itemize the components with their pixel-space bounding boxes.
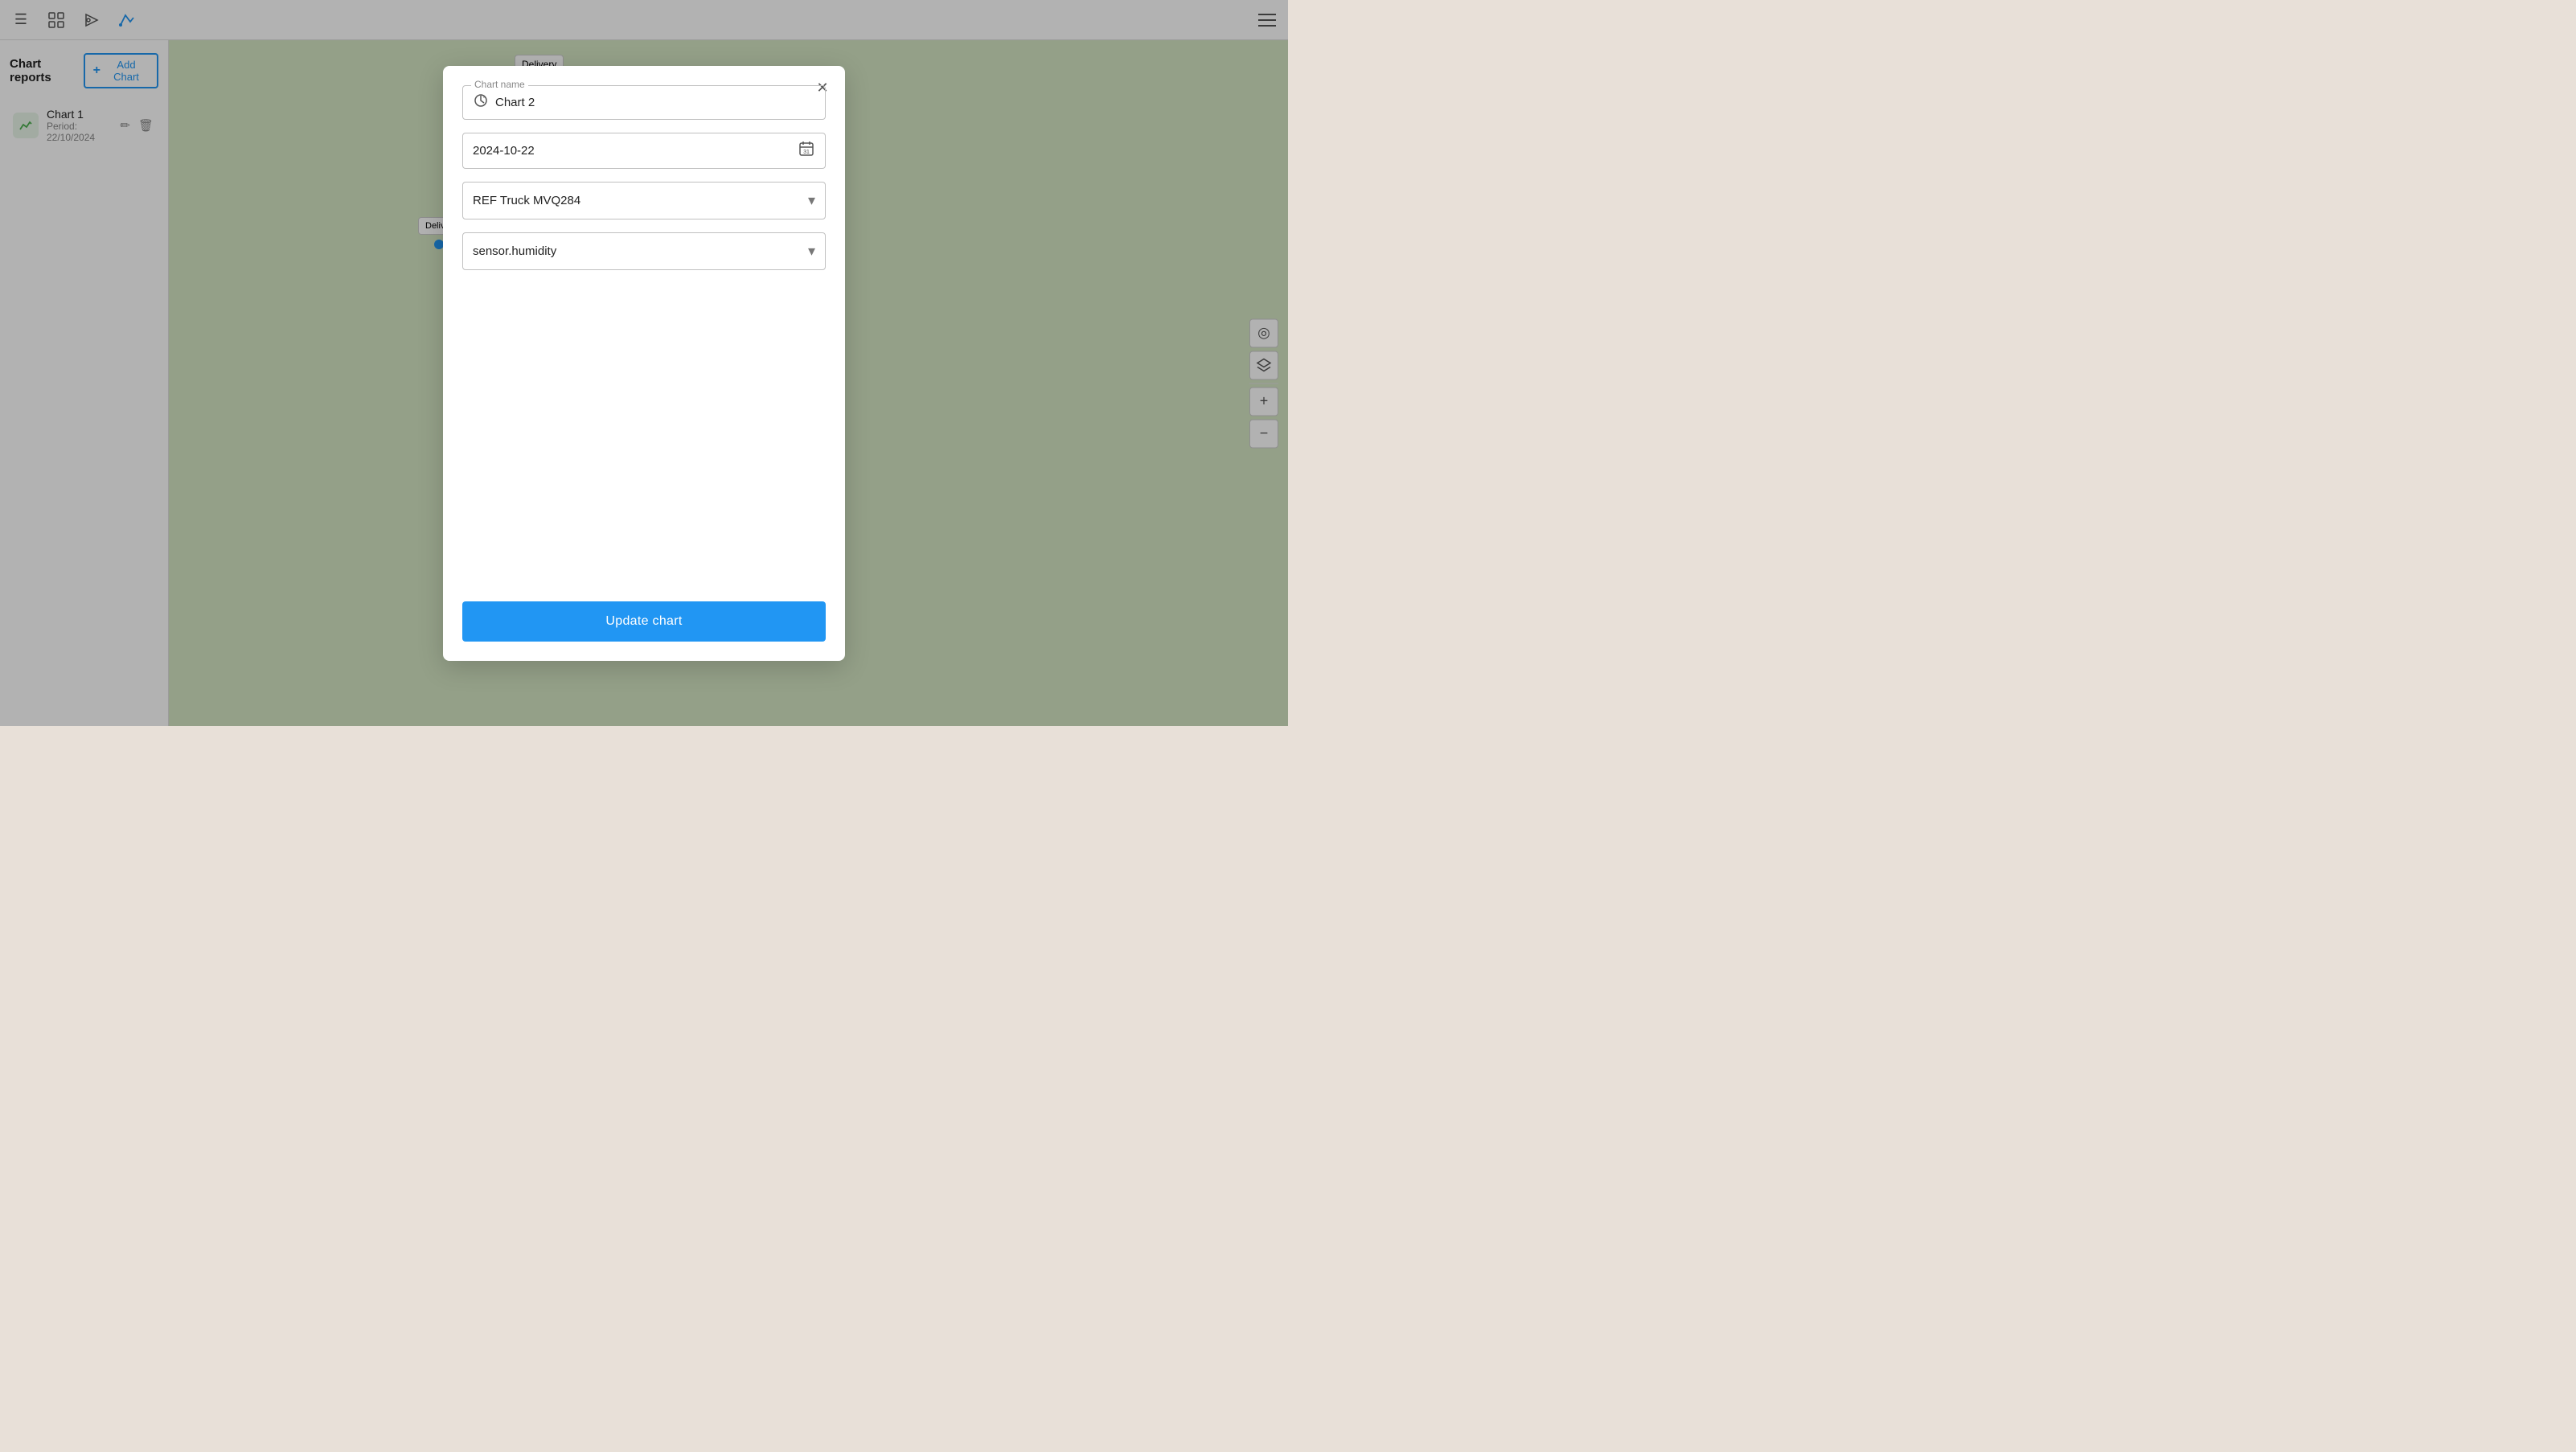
modal-content-spacer (462, 283, 826, 589)
sensor-dropdown-icon: ▾ (808, 243, 815, 260)
update-chart-label: Update chart (605, 614, 682, 628)
modal-dialog: ✕ Chart name (443, 66, 845, 661)
calendar-icon[interactable]: 31 (798, 140, 815, 162)
chart-name-field: Chart name (462, 85, 826, 120)
date-input-row: 31 (473, 140, 815, 162)
sensor-select-value: sensor.humidity (473, 244, 808, 258)
chart-name-label: Chart name (471, 79, 528, 90)
update-chart-button[interactable]: Update chart (462, 601, 826, 642)
modal-body: Chart name (443, 66, 845, 589)
modal-overlay: ✕ Chart name (0, 0, 1288, 726)
chart-icon (473, 92, 489, 113)
vehicle-dropdown-icon: ▾ (808, 192, 815, 209)
date-input[interactable] (473, 144, 791, 158)
chart-name-input-row (473, 92, 815, 113)
vehicle-select-value: REF Truck MVQ284 (473, 194, 808, 207)
date-field: 31 (462, 133, 826, 169)
sensor-select[interactable]: sensor.humidity ▾ (462, 232, 826, 270)
modal-footer: Update chart (443, 589, 845, 661)
chart-name-input[interactable] (495, 96, 815, 109)
svg-text:31: 31 (803, 150, 810, 155)
vehicle-select[interactable]: REF Truck MVQ284 ▾ (462, 182, 826, 219)
